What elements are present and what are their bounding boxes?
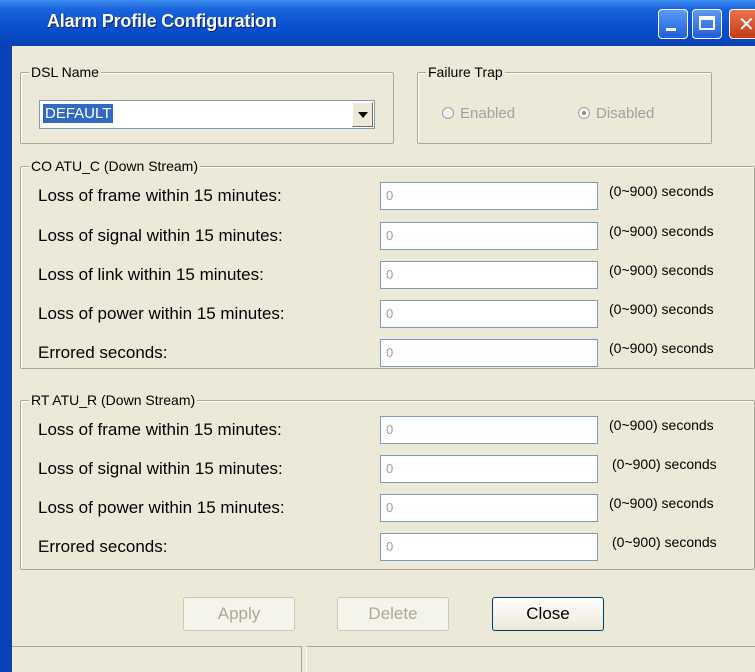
rt-loss-of-power-input[interactable]: 0 [380, 494, 598, 522]
status-bar-pane-2 [306, 646, 755, 672]
co-loss-of-power-unit: (0~900) seconds [609, 301, 714, 317]
minimize-icon [666, 28, 676, 31]
co-errored-seconds-input[interactable]: 0 [380, 339, 598, 367]
failure-trap-enabled-radio[interactable]: Enabled [442, 105, 515, 122]
apply-button[interactable]: Apply [183, 597, 295, 631]
rt-errored-seconds-label: Errored seconds: [38, 537, 168, 556]
maximize-button[interactable] [692, 9, 722, 39]
chevron-down-icon [358, 112, 368, 118]
rt-loss-of-frame-unit: (0~900) seconds [609, 417, 714, 433]
co-loss-of-power-label: Loss of power within 15 minutes: [38, 304, 285, 323]
rt-errored-seconds-unit: (0~900) seconds [612, 534, 717, 550]
co-atu-c-legend: CO ATU_C (Down Stream) [29, 158, 200, 174]
rt-loss-of-power-unit: (0~900) seconds [609, 495, 714, 511]
co-loss-of-signal-input[interactable]: 0 [380, 222, 598, 250]
dsl-name-select[interactable]: DEFAULT [39, 100, 375, 129]
title-bar[interactable]: Alarm Profile Configuration ✕ [0, 0, 755, 46]
co-loss-of-frame-label: Loss of frame within 15 minutes: [38, 186, 282, 205]
rt-loss-of-frame-input[interactable]: 0 [380, 416, 598, 444]
dsl-name-dropdown-button[interactable] [352, 102, 373, 127]
minimize-button[interactable] [658, 9, 688, 39]
enabled-label: Enabled [460, 105, 516, 122]
rt-loss-of-frame-label: Loss of frame within 15 minutes: [38, 420, 282, 439]
co-loss-of-frame-unit: (0~900) seconds [609, 183, 714, 199]
failure-trap-disabled-radio[interactable]: Disabled [578, 105, 654, 122]
dialog-client-area: DSL Name DEFAULT Failure Trap Enabled Di… [12, 46, 755, 672]
rt-loss-of-signal-unit: (0~900) seconds [612, 456, 717, 472]
status-bar-pane-1 [12, 646, 302, 672]
co-loss-of-signal-unit: (0~900) seconds [609, 223, 714, 239]
close-icon: ✕ [738, 12, 755, 36]
close-button[interactable]: Close [492, 597, 604, 631]
window-title: Alarm Profile Configuration [47, 11, 277, 31]
dsl-name-value: DEFAULT [43, 104, 114, 123]
rt-atu-r-legend: RT ATU_R (Down Stream) [29, 392, 198, 408]
co-loss-of-signal-label: Loss of signal within 15 minutes: [38, 226, 283, 245]
dsl-name-legend: DSL Name [29, 64, 101, 80]
co-loss-of-link-input[interactable]: 0 [380, 261, 598, 289]
co-loss-of-link-label: Loss of link within 15 minutes: [38, 265, 264, 284]
close-window-button[interactable]: ✕ [729, 9, 755, 39]
rt-errored-seconds-input[interactable]: 0 [380, 533, 598, 561]
radio-checked-icon [578, 107, 590, 119]
delete-button[interactable]: Delete [337, 597, 449, 631]
co-errored-seconds-unit: (0~900) seconds [609, 340, 714, 356]
rt-loss-of-power-label: Loss of power within 15 minutes: [38, 498, 285, 517]
window-frame-left [0, 46, 12, 672]
co-errored-seconds-label: Errored seconds: [38, 343, 168, 362]
maximize-icon [699, 16, 715, 30]
failure-trap-legend: Failure Trap [426, 64, 505, 80]
rt-loss-of-signal-input[interactable]: 0 [380, 455, 598, 483]
co-loss-of-link-unit: (0~900) seconds [609, 262, 714, 278]
rt-loss-of-signal-label: Loss of signal within 15 minutes: [38, 459, 283, 478]
radio-unchecked-icon [442, 107, 454, 119]
co-loss-of-frame-input[interactable]: 0 [380, 182, 598, 210]
co-loss-of-power-input[interactable]: 0 [380, 300, 598, 328]
disabled-label: Disabled [596, 105, 655, 122]
